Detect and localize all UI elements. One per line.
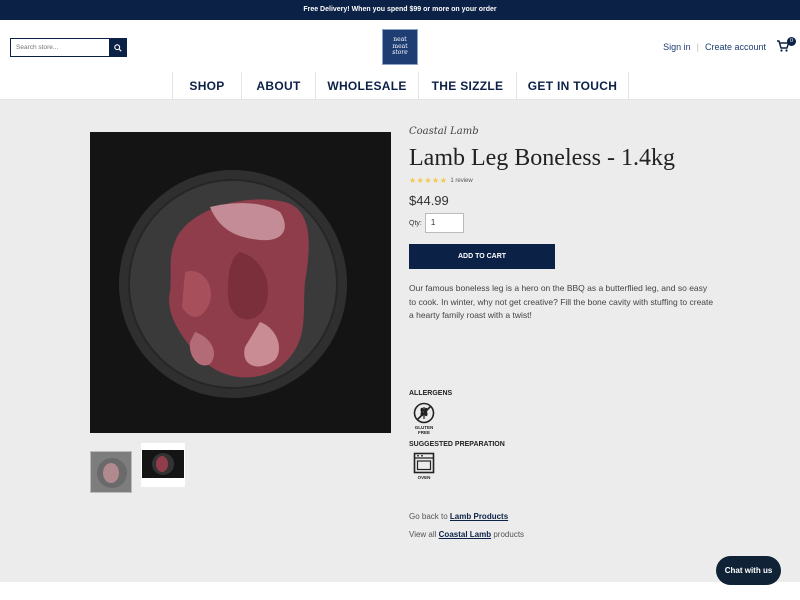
store-logo[interactable]: neat meat store bbox=[382, 29, 418, 65]
gluten-free-badge: GLUTEN FREE bbox=[409, 402, 439, 435]
coastal-lamb-link[interactable]: Coastal Lamb bbox=[439, 530, 491, 539]
nav-item-wholesale[interactable]: WHOLESALE bbox=[315, 72, 418, 100]
product-description: Our famous boneless leg is a hero on the… bbox=[409, 283, 714, 320]
site-header: neat meat store Sign in | Create account… bbox=[0, 20, 800, 72]
product-image[interactable] bbox=[90, 132, 391, 433]
go-back-line: Go back to Lamb Products bbox=[409, 512, 508, 521]
add-to-cart-button[interactable]: ADD TO CART bbox=[409, 244, 555, 269]
preparation-heading: SUGGESTED PREPARATION bbox=[409, 441, 505, 448]
product-brand: Coastal Lamb bbox=[409, 126, 479, 137]
nav-item-get-in-touch[interactable]: GET IN TOUCH bbox=[516, 72, 629, 100]
view-all-line: View all Coastal Lamb products bbox=[409, 530, 524, 539]
product-price: $44.99 bbox=[409, 193, 449, 208]
product-photo-graphic bbox=[90, 132, 391, 433]
nav-item-the-sizzle[interactable]: THE SIZZLE bbox=[418, 72, 516, 100]
allergens-heading: ALLERGENS bbox=[409, 390, 453, 397]
cart-count-badge: 0 bbox=[787, 37, 796, 46]
view-all-suffix: products bbox=[493, 530, 525, 539]
link-separator: | bbox=[696, 42, 699, 52]
main-nav: SHOP ABOUT WHOLESALE THE SIZZLE GET IN T… bbox=[0, 72, 800, 100]
lamb-products-link[interactable]: Lamb Products bbox=[450, 512, 508, 521]
oven-badge: OVEN bbox=[411, 452, 437, 480]
wheat-crossed-icon bbox=[413, 402, 435, 424]
rating-stars: ★★★★★ bbox=[409, 176, 448, 185]
nav-item-shop[interactable]: SHOP bbox=[172, 72, 241, 100]
product-rating[interactable]: ★★★★★ 1 review bbox=[409, 176, 473, 185]
cart-button[interactable]: 0 bbox=[776, 37, 796, 55]
logo-line: store bbox=[392, 49, 408, 57]
thumbnail-graphic bbox=[91, 452, 131, 492]
quantity-label: Qty: bbox=[409, 219, 422, 227]
thumbnail-image-1[interactable] bbox=[90, 451, 132, 493]
search-box bbox=[10, 38, 127, 57]
promo-banner: Free Delivery! When you spend $99 or mor… bbox=[0, 0, 800, 20]
quantity-selector: Qty: 1 bbox=[409, 213, 464, 233]
go-back-prefix: Go back to bbox=[409, 512, 448, 521]
oven-icon bbox=[413, 452, 435, 474]
search-button[interactable] bbox=[109, 39, 126, 56]
chat-button[interactable]: Chat with us bbox=[716, 556, 781, 585]
quantity-input[interactable]: 1 bbox=[424, 213, 464, 233]
create-account-link[interactable]: Create account bbox=[705, 42, 766, 52]
search-icon bbox=[113, 43, 122, 52]
review-count[interactable]: 1 review bbox=[450, 178, 472, 184]
oven-caption: OVEN bbox=[417, 475, 431, 480]
footer-strip bbox=[0, 582, 800, 600]
gluten-free-caption: GLUTEN FREE bbox=[414, 425, 434, 435]
sign-in-link[interactable]: Sign in bbox=[663, 42, 691, 52]
account-links: Sign in | Create account bbox=[663, 42, 766, 52]
nav-item-about[interactable]: ABOUT bbox=[241, 72, 315, 100]
thumbnail-image-2[interactable] bbox=[141, 443, 185, 487]
view-all-prefix: View all bbox=[409, 530, 437, 539]
thumbnail-graphic bbox=[142, 450, 184, 478]
product-title: Lamb Leg Boneless - 1.4kg bbox=[409, 145, 675, 171]
search-input[interactable] bbox=[11, 39, 109, 56]
